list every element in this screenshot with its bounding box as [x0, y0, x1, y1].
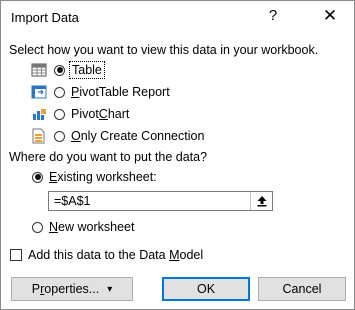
radio-selected-dot [34, 174, 41, 180]
range-collapse-button[interactable] [250, 192, 273, 210]
table-label: Table [69, 61, 105, 79]
option-existing-worksheet[interactable]: Existing worksheet: [32, 170, 157, 184]
help-button[interactable]: ? [263, 6, 283, 26]
pivottable-radio[interactable] [54, 86, 65, 98]
option-pivottable[interactable]: PivotTable Report [30, 84, 170, 100]
properties-label: Properties... [31, 282, 100, 296]
new-worksheet-radio[interactable] [32, 221, 43, 233]
pivottable-label: PivotTable Report [71, 85, 170, 99]
location-prompt: Where do you want to put the data? [9, 150, 208, 164]
data-model-option[interactable]: Add this data to the Data Model [10, 248, 203, 262]
collapse-arrow-icon [257, 196, 267, 207]
table-radio[interactable] [54, 64, 65, 76]
pivotchart-radio[interactable] [54, 108, 65, 120]
view-prompt: Select how you want to view this data in… [9, 43, 319, 57]
pivotchart-label: PivotChart [71, 107, 130, 121]
existing-worksheet-radio[interactable] [32, 171, 43, 183]
connection-label: Only Create Connection [71, 129, 205, 143]
connection-icon [30, 128, 48, 144]
option-table[interactable]: Table [30, 61, 105, 79]
pivotchart-icon [30, 106, 48, 122]
pivottable-label-rest: ivotTable Report [79, 85, 170, 99]
option-connection[interactable]: Only Create Connection [30, 128, 204, 144]
close-button[interactable]: ✕ [320, 6, 340, 26]
connection-radio[interactable] [54, 130, 65, 142]
cancel-button[interactable]: Cancel [258, 277, 346, 301]
range-input[interactable] [48, 191, 273, 211]
ok-button[interactable]: OK [162, 277, 250, 301]
table-icon [30, 62, 48, 78]
pivottable-icon [30, 84, 48, 100]
existing-worksheet-label: Existing worksheet: [49, 170, 157, 184]
data-model-label: Add this data to the Data Model [28, 248, 204, 262]
option-pivotchart[interactable]: PivotChart [30, 106, 129, 122]
radio-selected-dot [56, 67, 63, 73]
properties-button[interactable]: Properties... ▾ [11, 277, 133, 301]
data-model-checkbox[interactable] [10, 249, 22, 261]
dropdown-caret-icon: ▾ [107, 283, 113, 295]
option-new-worksheet[interactable]: New worksheet [32, 220, 134, 234]
import-data-dialog: Import Data ? ✕ Select how you want to v… [0, 0, 355, 310]
new-worksheet-label: New worksheet [49, 220, 135, 234]
dialog-title: Import Data [11, 10, 79, 25]
